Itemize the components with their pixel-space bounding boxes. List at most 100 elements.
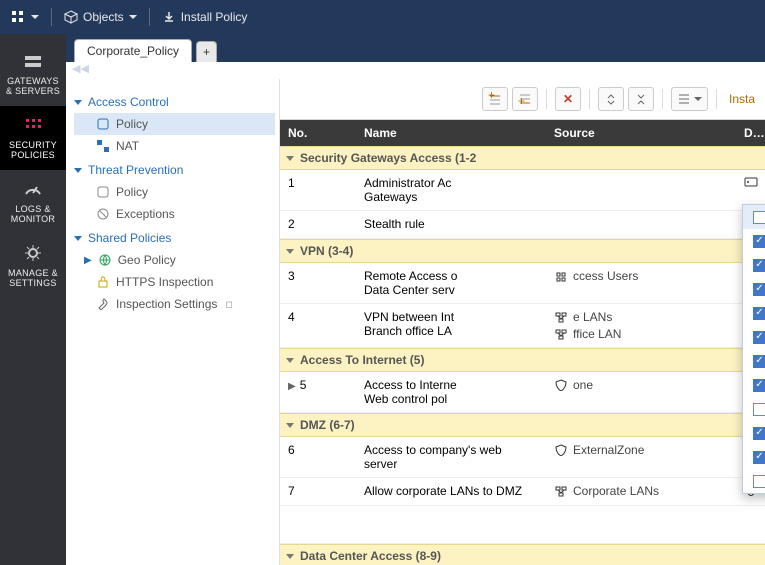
cell-no: 4 (280, 304, 356, 330)
cell-object[interactable] (744, 176, 757, 188)
tab-corporate-policy[interactable]: Corporate_Policy (74, 39, 192, 62)
cell-object[interactable]: Corporate LANs (554, 484, 728, 498)
tool-expand-all[interactable] (598, 87, 624, 111)
net-icon (554, 311, 568, 323)
rule-row[interactable]: ▶5 Access to InterneWeb control pol one (280, 372, 765, 413)
rules-grid: No. Name Source Desti Security Gateways … (280, 119, 765, 565)
cell-name: Allow corporate LANs to DMZ (356, 478, 546, 504)
rule-row[interactable]: 7 Allow corporate LANs to DMZ Corporate … (280, 478, 765, 506)
cell-no: 1 (280, 170, 356, 196)
tree-group-threat-prevention[interactable]: Threat Prevention (74, 163, 275, 177)
chevron-down-icon (286, 554, 294, 559)
tree-item-policy[interactable]: Policy (74, 113, 275, 135)
rule-row[interactable]: 2 Stealth rule (280, 211, 765, 239)
col-source[interactable]: Source (546, 122, 736, 144)
cell-source: Corporate LANs (546, 478, 736, 504)
grid-section-header[interactable]: VPN (3-4) (280, 239, 765, 263)
menu-item-destination[interactable]: Destination (743, 277, 765, 301)
grid-section-header[interactable]: Access To Internet (5) (280, 348, 765, 372)
exceptions-icon (96, 207, 110, 221)
rule-row[interactable]: 3 Remote Access oData Center serv ccess … (280, 263, 765, 304)
chevron-down-icon (286, 249, 294, 254)
objects-menu-button[interactable]: Objects (64, 10, 137, 24)
svg-text:+: + (518, 94, 525, 106)
cell-object[interactable]: ExternalZone (554, 443, 728, 457)
rule-row[interactable]: 4 VPN between IntBranch office LA e LANs… (280, 304, 765, 348)
cell-name: Administrator AcGateways (356, 170, 546, 210)
checkbox-icon (753, 211, 765, 224)
cell-no: ▶5 (280, 372, 356, 398)
checkbox-icon (753, 331, 765, 344)
tool-add-bottom[interactable]: + (512, 87, 538, 111)
menu-item-action[interactable]: Action (743, 373, 765, 397)
collapse-tree-handle[interactable]: ◀◀ (72, 62, 765, 79)
checkbox-icon (753, 403, 765, 416)
top-menu-bar: Objects Install Policy (0, 0, 765, 34)
checkbox-icon (753, 451, 765, 464)
cell-object[interactable]: e LANs (554, 310, 728, 324)
rule-row[interactable]: 1 Administrator AcGateways (280, 170, 765, 211)
plus-icon: + (203, 45, 210, 59)
checkbox-icon (753, 427, 765, 440)
nat-icon (96, 139, 110, 153)
install-policy-label: Install Policy (181, 10, 248, 24)
cell-object[interactable]: ccess Users (554, 269, 728, 283)
menu-item-time[interactable]: Time (743, 397, 765, 421)
cell-destination (736, 170, 765, 194)
tool-collapse-all[interactable] (628, 87, 654, 111)
grid-header[interactable]: No. Name Source Desti (280, 120, 765, 146)
policies-icon (22, 114, 44, 136)
col-no[interactable]: No. (280, 122, 356, 144)
cube-icon (64, 10, 78, 24)
chevron-down-icon (286, 156, 294, 161)
cell-object[interactable]: one (554, 378, 728, 392)
policy-tree: Access Control Policy NAT Threat Prevent… (66, 79, 280, 565)
menu-item-services-applications[interactable]: Services & Applications (743, 325, 765, 349)
menu-item-content[interactable]: Content (743, 349, 765, 373)
tree-item-https-inspection[interactable]: HTTPS Inspection (74, 271, 275, 293)
grid-section-header[interactable]: Data Center Access (8-9) (280, 544, 765, 565)
caret-down-icon (694, 97, 702, 101)
nav-security-policies[interactable]: SECURITYPOLICIES (0, 106, 66, 170)
col-destination[interactable]: Desti (736, 122, 765, 144)
tree-item-nat[interactable]: NAT (74, 135, 275, 157)
nav-gateways-servers[interactable]: GATEWAYS& SERVERS (0, 42, 66, 106)
gateway-icon (22, 50, 44, 72)
install-policy-button[interactable]: Install Policy (162, 10, 248, 24)
menu-item-source[interactable]: Source (743, 253, 765, 277)
rule-row[interactable]: 6 Access to company's web server Externa… (280, 437, 765, 478)
tool-columns[interactable] (671, 87, 708, 111)
nav-manage-settings[interactable]: MANAGE &SETTINGS (0, 234, 66, 298)
menu-item-hits[interactable]: Hits (743, 205, 765, 229)
cell-object[interactable]: ffice LAN (554, 327, 728, 341)
menu-item-track[interactable]: Track (743, 421, 765, 445)
menu-item-comments[interactable]: Comments (743, 469, 765, 493)
globe-icon (98, 253, 112, 267)
tree-group-shared-policies[interactable]: Shared Policies (74, 231, 275, 245)
tool-delete[interactable]: ✕ (555, 87, 581, 111)
app-menu-button[interactable] (10, 9, 39, 25)
cell-no: 6 (280, 437, 356, 463)
nav-logs-monitor[interactable]: LOGS &MONITOR (0, 170, 66, 234)
chevron-down-icon (286, 423, 294, 428)
install-icon (162, 10, 176, 24)
grid-section-header[interactable]: DMZ (6-7) (280, 413, 765, 437)
tree-item-inspection-settings[interactable]: Inspection Settings◻ (74, 293, 275, 315)
tree-item-threat-policy[interactable]: Policy (74, 181, 275, 203)
grid-section-header[interactable]: Security Gateways Access (1-2 (280, 146, 765, 170)
chevron-down-icon (286, 358, 294, 363)
menu-item-name[interactable]: Name (743, 229, 765, 253)
install-actions-label[interactable]: Insta (725, 92, 759, 106)
tree-item-geo-policy[interactable]: ▶Geo Policy (74, 249, 275, 271)
tree-group-access-control[interactable]: Access Control (74, 95, 275, 109)
checkbox-icon (753, 307, 765, 320)
cell-name: Remote Access oData Center serv (356, 263, 546, 303)
zone-icon (554, 379, 568, 391)
tree-item-exceptions[interactable]: Exceptions (74, 203, 275, 225)
tool-add-top[interactable]: + (482, 87, 508, 111)
col-name[interactable]: Name (356, 122, 546, 144)
tab-add-button[interactable]: + (196, 41, 217, 62)
menu-item-install-on[interactable]: Install On (743, 445, 765, 469)
menu-item-vpn[interactable]: VPN (743, 301, 765, 325)
net-icon (554, 328, 568, 340)
